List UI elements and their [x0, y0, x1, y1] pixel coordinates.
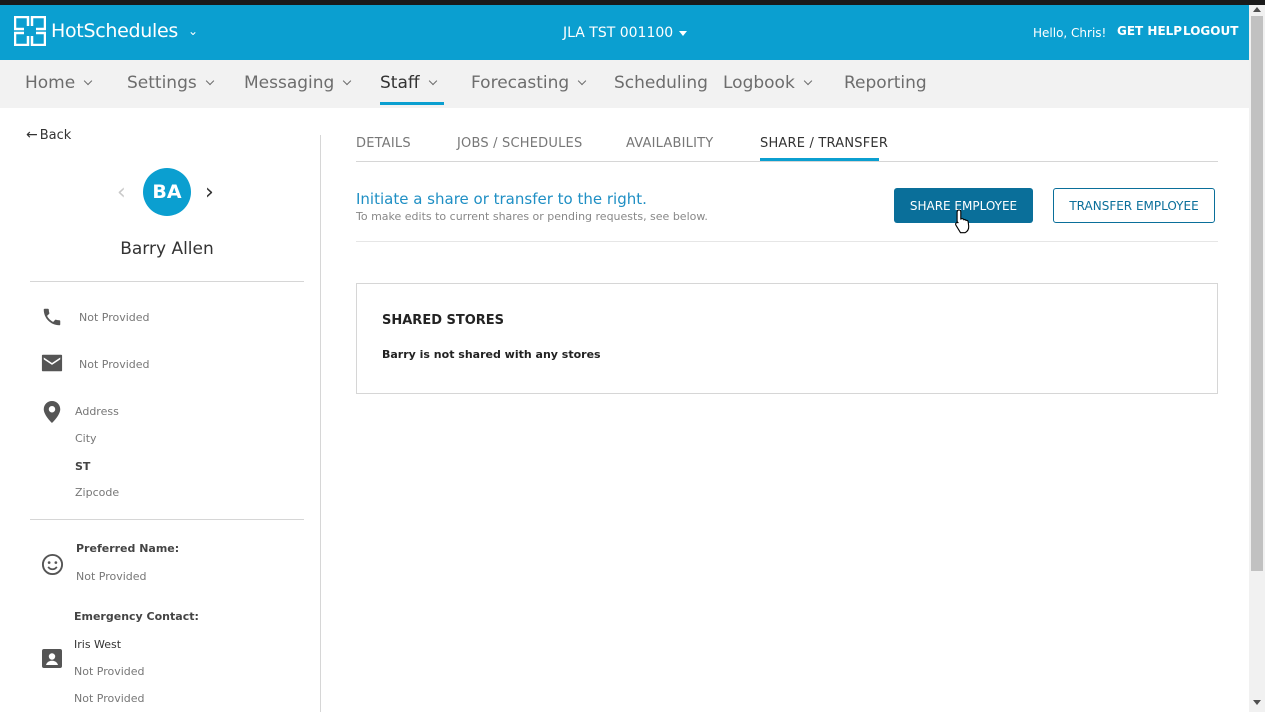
- nav-label: Home: [25, 73, 76, 93]
- divider: [356, 241, 1218, 242]
- smiley-face-icon: [41, 553, 64, 576]
- email-icon: [41, 354, 63, 372]
- caret-down-icon: [679, 30, 688, 36]
- chevron-down-icon[interactable]: ⌄: [188, 24, 198, 38]
- arrow-left-icon: ←: [26, 127, 38, 143]
- address-line: Address: [75, 405, 119, 418]
- top-header-bar: HotSchedules ⌄ JLA TST 001100 Hello, Chr…: [0, 5, 1249, 60]
- scrollbar-thumb[interactable]: [1251, 16, 1263, 571]
- contact-card-icon: [42, 649, 62, 668]
- sidebar-divider: [320, 135, 321, 712]
- tab-availability[interactable]: AVAILABILITY: [626, 136, 713, 151]
- nav-label: Settings: [127, 73, 197, 93]
- logout-link[interactable]: LOGOUT: [1183, 24, 1238, 38]
- avatar: BA: [143, 168, 191, 216]
- active-nav-indicator: [380, 102, 444, 105]
- emergency-contact-relation: Not Provided: [74, 692, 145, 705]
- shared-stores-panel: SHARED STORES Barry is not shared with a…: [356, 283, 1218, 394]
- emergency-contact-name: Iris West: [74, 638, 122, 651]
- active-tab-indicator: [760, 158, 879, 161]
- email-value: Not Provided: [79, 358, 150, 371]
- chevron-down-icon: [83, 76, 93, 86]
- preferred-name-label: Preferred Name:: [76, 542, 180, 555]
- tab-share-transfer[interactable]: SHARE / TRANSFER: [760, 136, 888, 151]
- chevron-down-icon: [803, 76, 813, 86]
- user-greeting: Hello, Chris!: [1033, 26, 1107, 40]
- phone-value: Not Provided: [79, 311, 150, 324]
- tab-jobs-schedules[interactable]: JOBS / SCHEDULES: [457, 136, 582, 151]
- nav-label: Reporting: [844, 73, 927, 93]
- tab-details[interactable]: DETAILS: [356, 136, 411, 151]
- nav-label: Forecasting: [471, 73, 570, 93]
- logo-text: HotSchedules: [51, 20, 178, 42]
- shared-stores-title: SHARED STORES: [382, 313, 505, 328]
- nav-item-staff[interactable]: Staff: [380, 73, 437, 93]
- scroll-up-arrow-icon[interactable]: [1253, 7, 1261, 12]
- state-value: ST: [75, 460, 91, 473]
- nav-item-reporting[interactable]: Reporting: [844, 73, 927, 93]
- hand-cursor-icon: [955, 209, 970, 234]
- scroll-down-arrow-icon[interactable]: [1253, 700, 1261, 705]
- next-employee-button[interactable]: ›: [205, 180, 214, 205]
- nav-label: Logbook: [723, 73, 795, 93]
- store-name: JLA TST 001100: [563, 25, 674, 41]
- location-pin-icon: [43, 401, 61, 423]
- store-selector[interactable]: JLA TST 001100: [563, 25, 688, 41]
- hotschedules-logo-icon: [14, 16, 46, 46]
- preferred-name-value: Not Provided: [76, 570, 147, 583]
- emergency-contact-phone: Not Provided: [74, 665, 145, 678]
- shared-stores-message: Barry is not shared with any stores: [382, 348, 601, 361]
- chevron-down-icon: [428, 76, 437, 86]
- chevron-down-icon: [577, 76, 587, 86]
- back-label: Back: [39, 128, 72, 143]
- nav-item-settings[interactable]: Settings: [127, 73, 214, 93]
- nav-item-logbook[interactable]: Logbook: [723, 73, 813, 93]
- phone-icon: [43, 308, 61, 326]
- divider: [30, 519, 304, 520]
- previous-employee-button[interactable]: ‹: [117, 180, 126, 205]
- share-subtext: To make edits to current shares or pendi…: [356, 210, 708, 223]
- nav-label: Staff: [380, 73, 420, 93]
- app-logo[interactable]: HotSchedules ⌄: [14, 16, 198, 46]
- nav-item-messaging[interactable]: Messaging: [244, 73, 352, 93]
- nav-item-home[interactable]: Home: [25, 73, 93, 93]
- main-nav: Home Settings Messaging Staff Forecastin…: [0, 60, 1249, 108]
- chevron-down-icon: [343, 76, 352, 86]
- share-headline: Initiate a share or transfer to the righ…: [356, 190, 647, 208]
- nav-label: Messaging: [244, 73, 335, 93]
- nav-item-forecasting[interactable]: Forecasting: [471, 73, 587, 93]
- tabs-border: [356, 161, 1218, 162]
- zipcode-value: Zipcode: [75, 486, 120, 499]
- employee-name: Barry Allen: [120, 239, 214, 259]
- transfer-employee-button[interactable]: TRANSFER EMPLOYEE: [1053, 188, 1215, 223]
- emergency-contact-label: Emergency Contact:: [74, 610, 199, 623]
- back-link[interactable]: ← Back: [26, 127, 71, 143]
- divider: [30, 281, 304, 282]
- city-value: City: [75, 432, 97, 445]
- nav-item-scheduling[interactable]: Scheduling: [614, 73, 708, 93]
- chevron-down-icon: [205, 76, 214, 86]
- nav-label: Scheduling: [614, 73, 708, 93]
- get-help-link[interactable]: GET HELP: [1117, 24, 1182, 38]
